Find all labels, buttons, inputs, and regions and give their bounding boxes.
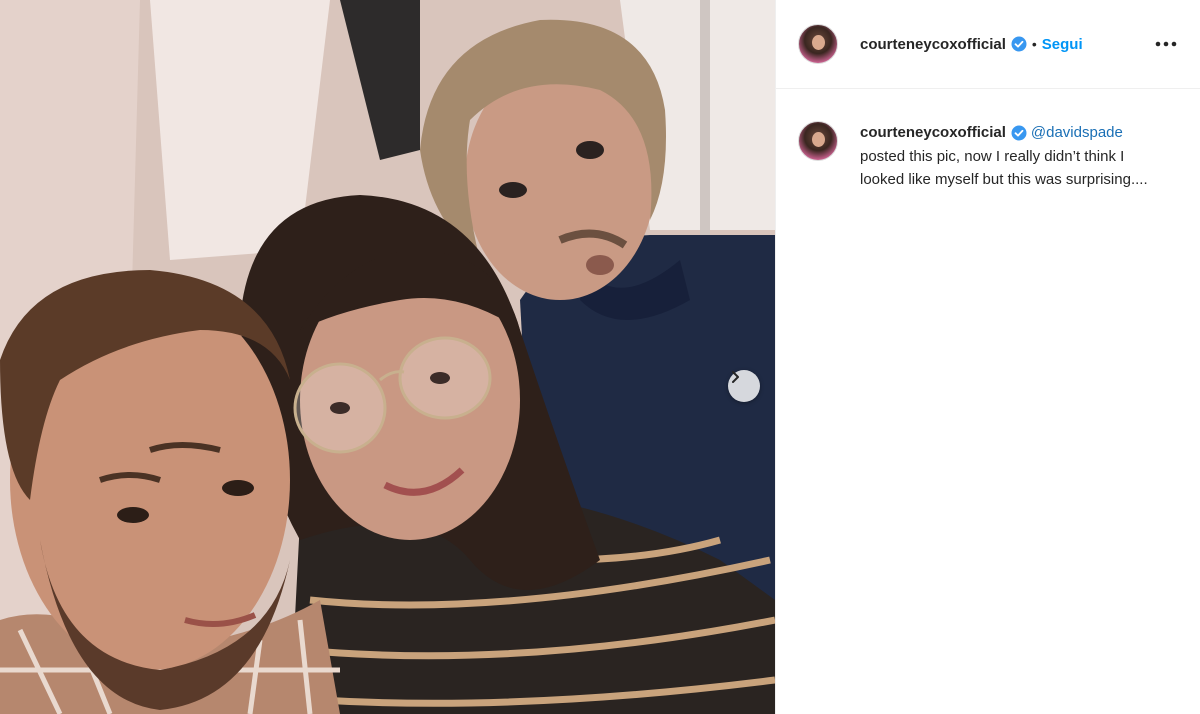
header-username[interactable]: courteneycoxofficial bbox=[860, 36, 1006, 53]
mention-link[interactable]: @davidspade bbox=[1031, 124, 1123, 141]
caption-text: posted this pic, now I really didn’t thi… bbox=[860, 147, 1148, 189]
verified-badge-icon bbox=[1011, 125, 1027, 141]
photo-illustration bbox=[0, 0, 775, 714]
next-photo-button[interactable] bbox=[728, 370, 760, 402]
chevron-right-icon bbox=[732, 371, 739, 383]
verified-badge-icon bbox=[1011, 36, 1027, 52]
post-photo[interactable] bbox=[0, 0, 775, 714]
header-separator: • bbox=[1031, 36, 1037, 52]
more-horizontal-icon bbox=[1155, 41, 1177, 47]
post-caption: courteneycoxofficial @davidspade posted t… bbox=[776, 89, 1200, 192]
caption-avatar[interactable] bbox=[798, 121, 838, 161]
post-side-panel: courteneycoxofficial • Segui courteneyco… bbox=[775, 0, 1200, 714]
follow-button[interactable]: Segui bbox=[1042, 36, 1083, 53]
caption-body: courteneycoxofficial @davidspade posted t… bbox=[860, 121, 1170, 192]
instagram-post: courteneycoxofficial • Segui courteneyco… bbox=[0, 0, 1200, 714]
post-header: courteneycoxofficial • Segui bbox=[776, 0, 1200, 89]
avatar[interactable] bbox=[798, 24, 838, 64]
more-options-button[interactable] bbox=[1152, 30, 1180, 58]
caption-username[interactable]: courteneycoxofficial bbox=[860, 124, 1006, 141]
